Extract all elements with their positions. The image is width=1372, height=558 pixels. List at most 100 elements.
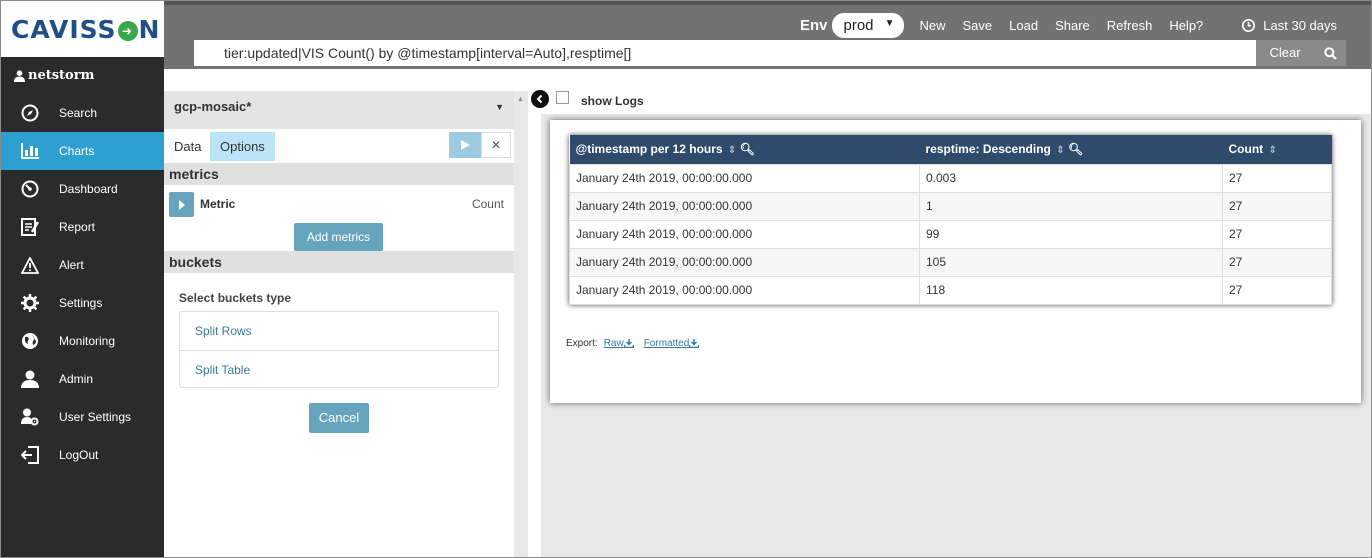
clock-icon	[1242, 18, 1256, 32]
sidebar-item-dashboard[interactable]: Dashboard	[1, 170, 164, 208]
buckets-section: Select buckets type Split Rows Split Tab…	[164, 273, 514, 557]
play-icon	[461, 140, 470, 150]
search-button[interactable]	[1314, 40, 1346, 66]
sidebar-item-label: Admin	[59, 372, 94, 386]
menu-refresh[interactable]: Refresh	[1107, 18, 1153, 33]
export-raw-link[interactable]: Raw	[604, 338, 634, 349]
column-header-resptime[interactable]: resptime: Descending ⇕ 🔍︎	[919, 135, 1223, 164]
buckets-section-title: buckets	[164, 251, 514, 273]
query-input[interactable]: tier:updated|VIS Count() by @timestamp[i…	[194, 40, 1256, 66]
top-menu: Env prod ▼ New Save Load Share Refresh H…	[799, 11, 1371, 39]
time-range-picker[interactable]: Last 30 days	[1242, 18, 1337, 33]
alert-icon	[19, 254, 41, 276]
table-row: January 24th 2019, 00:00:00.000 105 27	[569, 247, 1332, 277]
bucket-option-split-table[interactable]: Split Table	[180, 350, 498, 388]
sidebar-item-logout[interactable]: LogOut	[1, 436, 164, 474]
table-cell: January 24th 2019, 00:00:00.000	[569, 191, 920, 221]
bucket-type-list: Split Rows Split Table	[179, 311, 499, 388]
chevron-down-icon: ▼	[495, 102, 504, 112]
editor-scrollbar[interactable]: ▲	[514, 91, 528, 557]
sidebar-item-search[interactable]: Search	[1, 94, 164, 132]
user-icon	[19, 368, 41, 390]
table-cell: January 24th 2019, 00:00:00.000	[569, 219, 920, 249]
metric-expand-toggle[interactable]	[169, 192, 194, 217]
show-logs-checkbox[interactable]	[556, 91, 569, 104]
sidebar-item-label: Settings	[59, 296, 103, 310]
download-icon	[623, 339, 634, 348]
sidebar-item-label: LogOut	[59, 448, 99, 462]
globe-icon	[19, 330, 41, 352]
sort-icon[interactable]: ⇕	[728, 145, 736, 156]
add-metrics-button[interactable]: Add metrics	[294, 223, 383, 251]
clear-button[interactable]: Clear	[1256, 40, 1314, 66]
data-table: @timestamp per 12 hours ⇕ 🔍︎ resptime: D…	[569, 135, 1332, 305]
table-cell: 0.003	[919, 163, 1223, 193]
column-header-label: Count	[1228, 142, 1264, 157]
sort-icon[interactable]: ⇕	[1056, 145, 1064, 156]
menu-help[interactable]: Help?	[1169, 18, 1203, 33]
search-icon[interactable]: 🔍︎	[1068, 142, 1083, 156]
menu-share[interactable]: Share	[1055, 18, 1090, 33]
table-cell: 99	[919, 219, 1223, 249]
user-info: netstorm	[1, 57, 164, 94]
logout-icon	[19, 444, 41, 466]
search-icon[interactable]: 🔍︎	[740, 142, 755, 156]
table-cell: 27	[1222, 163, 1332, 193]
metrics-section-title: metrics	[164, 163, 514, 185]
discard-button[interactable]: ✕	[481, 132, 511, 158]
scroll-up-icon: ▲	[517, 96, 524, 103]
metric-label: Metric	[200, 197, 236, 211]
sidebar-item-label: Report	[59, 220, 96, 234]
tab-options[interactable]: Options	[210, 132, 275, 161]
bucket-option-split-rows[interactable]: Split Rows	[180, 312, 498, 350]
sidebar-item-admin[interactable]: Admin	[1, 360, 164, 398]
metrics-section: Metric Count Add metrics	[164, 185, 514, 251]
table-row: January 24th 2019, 00:00:00.000 118 27	[569, 275, 1332, 305]
editor-tabs: Data Options ✕	[164, 129, 514, 163]
collapse-sidebar-button[interactable]	[531, 90, 549, 108]
table-cell: January 24th 2019, 00:00:00.000	[569, 275, 920, 305]
sidebar-item-report[interactable]: Report	[1, 208, 164, 246]
column-header-label: @timestamp per 12 hours	[575, 142, 723, 157]
table-cell: 105	[919, 247, 1223, 277]
table-cell: January 24th 2019, 00:00:00.000	[569, 163, 920, 193]
metric-value: Count	[471, 197, 504, 211]
table-row: January 24th 2019, 00:00:00.000 1 27	[569, 191, 1332, 221]
tab-data[interactable]: Data	[166, 132, 210, 161]
bar-chart-icon	[19, 140, 41, 162]
gear-icon	[19, 292, 41, 314]
table-row: January 24th 2019, 00:00:00.000 99 27	[569, 219, 1332, 249]
sidebar-item-label: User Settings	[59, 410, 132, 424]
column-header-count[interactable]: Count ⇕	[1222, 135, 1332, 164]
apply-button[interactable]	[449, 132, 481, 158]
user-icon	[14, 69, 25, 82]
buckets-prompt: Select buckets type	[179, 291, 292, 305]
table-header-row: @timestamp per 12 hours ⇕ 🔍︎ resptime: D…	[569, 135, 1332, 164]
cancel-button[interactable]: Cancel	[309, 403, 369, 433]
menu-load[interactable]: Load	[1009, 18, 1038, 33]
app-window: CAVISS ➜ N netstorm Search Charts Dashboar…	[0, 0, 1372, 558]
table-cell: 118	[919, 275, 1223, 305]
sidebar-item-user-settings[interactable]: User Settings	[1, 398, 164, 436]
env-select[interactable]: prod ▼	[831, 12, 904, 38]
env-select-value: prod	[843, 16, 874, 34]
sidebar-item-charts[interactable]: Charts	[1, 132, 164, 170]
sidebar-item-settings[interactable]: Settings	[1, 284, 164, 322]
sidebar: CAVISS ➜ N netstorm Search Charts Dashboar…	[1, 1, 164, 557]
index-selector[interactable]: gcp-mosaic* ▼	[164, 91, 514, 129]
sidebar-item-alert[interactable]: Alert	[1, 246, 164, 284]
export-formatted-label: Formatted	[643, 338, 690, 349]
table-cell: 27	[1222, 219, 1332, 249]
sidebar-item-label: Charts	[59, 144, 95, 158]
sort-icon[interactable]: ⇕	[1269, 145, 1277, 156]
caret-right-icon	[178, 199, 185, 210]
table-cell: 27	[1222, 247, 1332, 277]
column-header-timestamp[interactable]: @timestamp per 12 hours ⇕ 🔍︎	[569, 135, 920, 164]
search-icon	[1323, 46, 1337, 60]
env-label: Env	[799, 16, 828, 34]
sidebar-item-monitoring[interactable]: Monitoring	[1, 322, 164, 360]
menu-save[interactable]: Save	[963, 18, 993, 33]
brand-logo[interactable]: CAVISS ➜ N	[1, 1, 164, 57]
export-formatted-link[interactable]: Formatted	[644, 338, 700, 349]
menu-new[interactable]: New	[920, 18, 946, 33]
